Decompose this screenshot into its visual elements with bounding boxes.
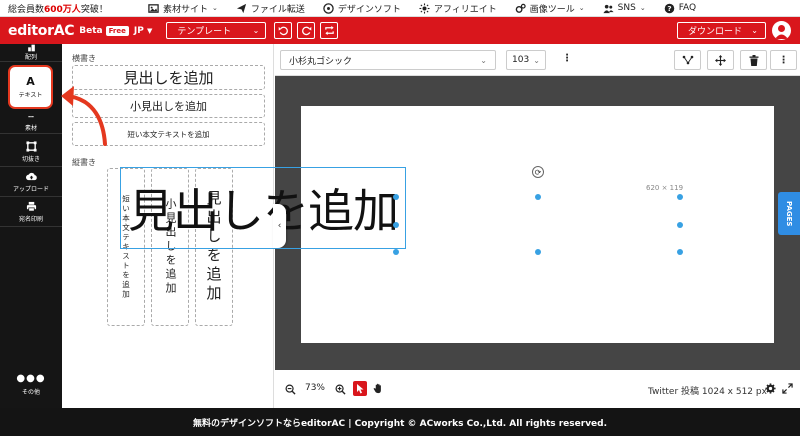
hand-icon xyxy=(373,383,381,394)
chevron-down-icon: ⌄ xyxy=(578,4,585,12)
user-avatar[interactable] xyxy=(772,21,791,40)
annotation-arrow xyxy=(61,86,107,146)
rail-item-print[interactable]: 宛名印刷 xyxy=(0,198,62,227)
resize-handle[interactable] xyxy=(393,194,399,200)
app-header: editorAC Beta Free JP ▼ テンプレート ⌄ ダウンロード … xyxy=(0,17,800,44)
pages-tab[interactable]: PAGES xyxy=(778,192,800,235)
rail-item-text[interactable]: A テキスト xyxy=(8,65,53,109)
trash-icon xyxy=(749,54,758,66)
caret-down-icon: ▼ xyxy=(146,26,153,35)
nodes-icon xyxy=(682,55,693,65)
arrange-button[interactable] xyxy=(674,50,701,70)
more-options-button[interactable]: ⋮ xyxy=(770,50,797,70)
text-icon: A xyxy=(26,74,35,88)
undo-button[interactable] xyxy=(274,22,293,39)
free-badge: Free xyxy=(105,25,129,36)
redo-icon xyxy=(301,26,312,36)
svg-text:?: ? xyxy=(667,4,671,13)
canvas-heading-text[interactable]: 見出しを追加 xyxy=(120,167,406,249)
redo-button[interactable] xyxy=(297,22,316,39)
beta-label: Beta xyxy=(79,25,103,36)
app-logo[interactable]: editorAC xyxy=(8,23,75,39)
link-image-tools[interactable]: 画像ツール ⌄ xyxy=(515,2,585,15)
question-icon: ? xyxy=(664,3,674,13)
hand-tool-button[interactable] xyxy=(371,381,385,396)
shapes-icon xyxy=(28,115,34,117)
undo-icon xyxy=(278,26,288,36)
chevron-left-icon: ‹ xyxy=(277,221,282,231)
zoom-out-button[interactable] xyxy=(283,382,298,397)
font-family-select[interactable]: 小杉丸ゴシック ⌄ xyxy=(280,50,496,70)
move-icon xyxy=(715,54,726,66)
link-faq[interactable]: ? FAQ xyxy=(664,3,696,14)
chevron-down-icon: ⌄ xyxy=(212,4,218,12)
delete-button[interactable] xyxy=(740,50,767,70)
link-design-software[interactable]: デザインソフト xyxy=(323,2,401,15)
loop-icon xyxy=(325,25,334,36)
link-affiliate[interactable]: アフィリエイト xyxy=(419,2,497,15)
element-dimensions: 620 × 119 xyxy=(646,184,684,192)
canvas-size-label: Twitter 投稿 1024 x 512 px xyxy=(648,387,767,397)
vertical-section-label: 縦書き xyxy=(72,158,96,167)
fullscreen-button[interactable] xyxy=(782,383,793,394)
template-dropdown[interactable]: テンプレート ⌄ xyxy=(166,22,267,39)
printer-icon xyxy=(26,201,36,212)
resize-handle[interactable] xyxy=(535,194,541,200)
rotate-handle[interactable]: ⟳ xyxy=(532,166,544,178)
rail-item-upload[interactable]: アップロード xyxy=(0,168,62,197)
font-more-options-icon[interactable]: ⋮ xyxy=(562,54,572,64)
language-selector[interactable]: JP ▼ xyxy=(134,26,152,36)
rail-item-layout[interactable]: 配列 xyxy=(0,44,62,62)
resize-handle[interactable] xyxy=(393,249,399,255)
vertical-dots-icon: ⋮ xyxy=(778,54,789,66)
member-count-banner: 総会員数600万人突破！ xyxy=(8,4,108,15)
collapse-panel-button[interactable]: ‹ xyxy=(273,204,286,248)
sun-icon xyxy=(419,2,430,14)
zoom-out-icon xyxy=(285,384,296,395)
grid-icon xyxy=(148,3,159,13)
cursor-icon xyxy=(357,383,364,393)
chevron-down-icon: ⌄ xyxy=(252,26,260,35)
link-material-sites[interactable]: 素材サイト ⌄ xyxy=(148,2,218,15)
gears-icon xyxy=(515,3,526,13)
resize-handle[interactable] xyxy=(677,222,683,228)
chevron-down-icon: ⌄ xyxy=(480,55,487,65)
resize-handle[interactable] xyxy=(677,249,683,255)
resize-handle[interactable] xyxy=(393,222,399,228)
dots-icon: ●●● xyxy=(16,373,46,384)
crop-icon xyxy=(25,141,37,152)
editor-toolbar: 小杉丸ゴシック ⌄ 103 ⌄ ⋮ ⋮ xyxy=(275,44,800,76)
link-sns[interactable]: SNS ⌄ xyxy=(603,3,646,14)
announcement-bar: 総会員数600万人突破！ 素材サイト ⌄ ファイル転送 デザインソフト アフィリエ… xyxy=(0,0,800,17)
rail-item-material[interactable]: 素材 xyxy=(0,114,62,134)
move-button[interactable] xyxy=(707,50,734,70)
paper-plane-icon xyxy=(236,3,246,13)
design-icon xyxy=(323,2,334,14)
zoom-in-icon xyxy=(335,384,346,395)
expand-icon xyxy=(782,383,793,394)
zoom-level[interactable]: 73% xyxy=(301,383,329,393)
cloud-upload-icon xyxy=(25,172,37,181)
font-size-select[interactable]: 103 ⌄ xyxy=(506,50,546,70)
rotate-icon: ⟳ xyxy=(534,167,542,177)
tool-rail: 配列 A テキスト 素材 切抜き アップロード 宛名印刷 ●●● その他 xyxy=(0,44,62,408)
link-file-transfer[interactable]: ファイル転送 xyxy=(236,2,305,15)
people-icon xyxy=(603,4,614,13)
site-links: 素材サイト ⌄ ファイル転送 デザインソフト アフィリエイト 画像ツール ⌄ SNS… xyxy=(148,2,800,15)
zoom-in-button[interactable] xyxy=(333,382,348,397)
rail-item-crop[interactable]: 切抜き xyxy=(0,138,62,167)
resize-handle[interactable] xyxy=(535,249,541,255)
chevron-down-icon: ⌄ xyxy=(533,55,540,65)
user-icon xyxy=(775,25,788,39)
chevron-down-icon: ⌄ xyxy=(751,26,758,35)
footer: 無料のデザインソフトならeditorAC | Copyright © ACwor… xyxy=(0,408,800,436)
download-dropdown[interactable]: ダウンロード ⌄ xyxy=(677,22,766,39)
rail-item-other[interactable]: ●●● その他 xyxy=(0,373,62,397)
select-tool-button[interactable] xyxy=(353,381,367,396)
resize-handle[interactable] xyxy=(677,194,683,200)
layout-icon xyxy=(27,44,35,52)
chevron-down-icon: ⌄ xyxy=(639,4,646,12)
loop-button[interactable] xyxy=(320,22,339,39)
